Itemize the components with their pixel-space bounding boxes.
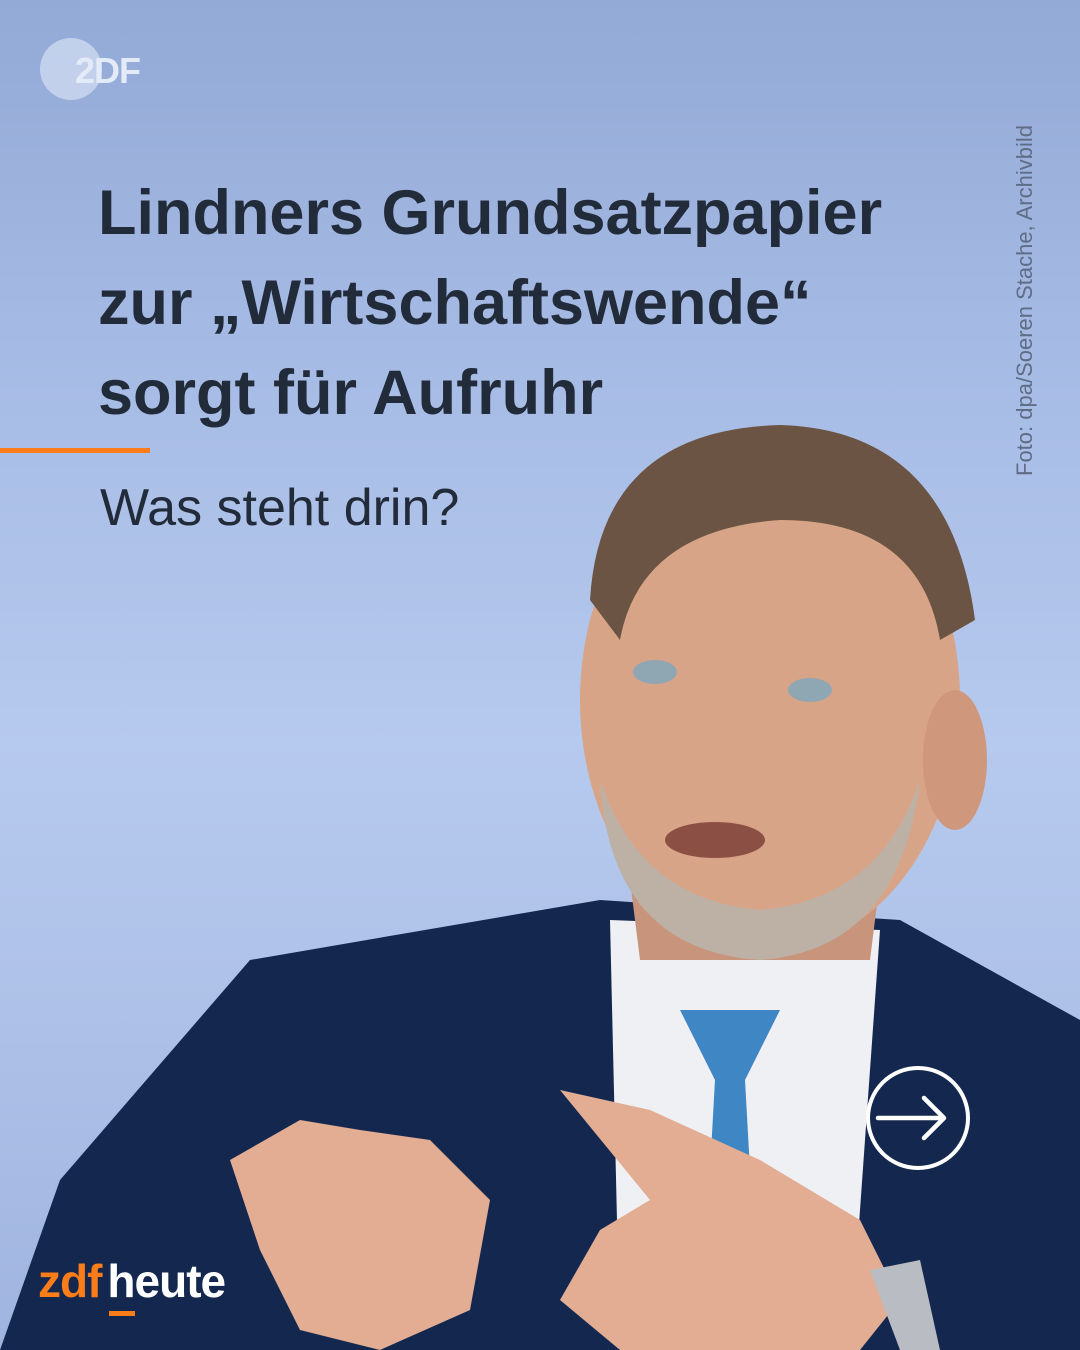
arrow-right-icon: [875, 1095, 947, 1141]
headline-line-3: sorgt für Aufruhr: [98, 358, 604, 428]
post-card: 2DF Lindners Grundsatzpapier zur „Wirtsc…: [0, 0, 1080, 1350]
subheadline: Was steht drin?: [100, 479, 460, 537]
headline-line-2: zur „Wirtschaftswende“: [98, 268, 812, 338]
brand-heute: heute: [107, 1255, 226, 1307]
photo-credit: Foto: dpa/Soeren Stache, Archivbild: [1012, 125, 1037, 476]
next-button[interactable]: [866, 1066, 970, 1170]
zdf-logo: 2DF: [40, 38, 150, 102]
accent-divider: [0, 448, 150, 453]
headline-line-1: Lindners Grundsatzpapier: [98, 178, 883, 248]
zdf-logo-text: 2DF: [75, 50, 141, 91]
headline: Lindners Grundsatzpapier zur „Wirtschaft…: [98, 168, 1018, 438]
zdfheute-logo: zdf heute: [38, 1254, 226, 1308]
brand-zdf: zdf: [38, 1255, 102, 1307]
